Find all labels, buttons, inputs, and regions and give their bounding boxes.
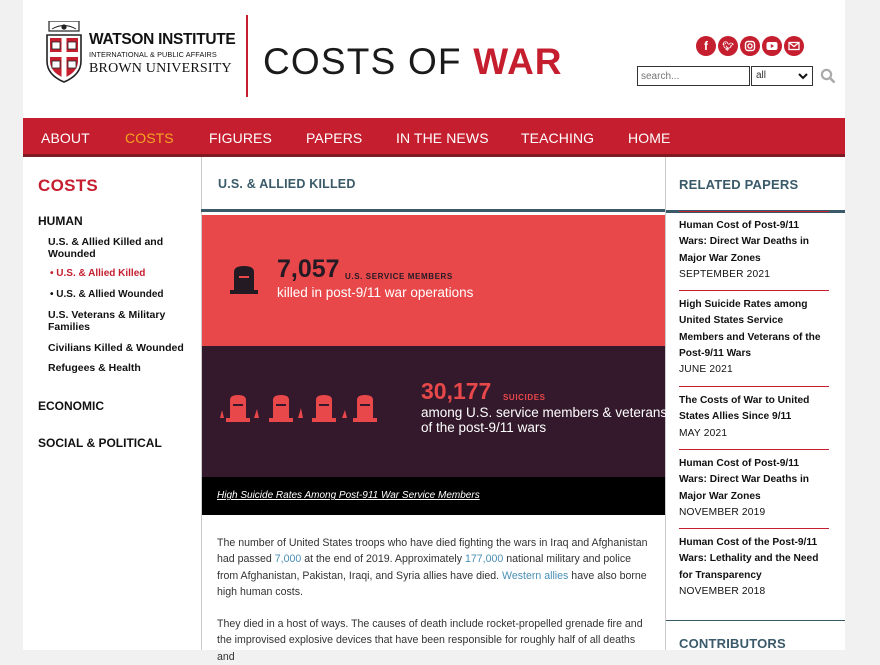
- logo-line-brown: BROWN UNIVERSITY: [89, 61, 232, 76]
- related-paper-title[interactable]: High Suicide Rates among United States S…: [679, 297, 829, 362]
- contributors-title: CONTRIBUTORS: [679, 636, 786, 651]
- suicide-rates-paper-link[interactable]: High Suicide Rates Among Post-911 War Se…: [217, 490, 480, 501]
- related-paper-date: JUNE 2021: [679, 364, 733, 376]
- infographic-service-deaths: 7,057 U.S. SERVICE MEMBERS killed in pos…: [202, 215, 665, 346]
- facebook-icon[interactable]: f: [696, 36, 716, 56]
- search-scope-value: all: [756, 70, 767, 81]
- search-input[interactable]: [637, 66, 750, 86]
- right-column-divider: [665, 157, 666, 650]
- sidebar-item-refugees[interactable]: Refugees & Health: [48, 362, 198, 374]
- related-paper-title[interactable]: Human Cost of the Post-9/11 Wars: Lethal…: [679, 535, 829, 584]
- search-icon[interactable]: [820, 68, 836, 84]
- related-paper-divider: [679, 449, 829, 450]
- stat-suicides-desc-line1: among U.S. service members & veterans: [421, 405, 668, 420]
- nav-in-the-news[interactable]: IN THE NEWS: [396, 130, 489, 146]
- instagram-icon[interactable]: [740, 36, 760, 56]
- brown-shield-icon: [46, 21, 82, 83]
- related-paper-date: SEPTEMBER 2021: [679, 268, 771, 280]
- left-sidebar-title: COSTS: [38, 176, 99, 195]
- related-papers-title: RELATED PAPERS: [679, 177, 799, 192]
- infographic-suicides: 30,177 SUICIDES among U.S. service membe…: [202, 346, 668, 477]
- related-paper-date: NOVEMBER 2018: [679, 585, 766, 597]
- nav-teaching[interactable]: TEACHING: [521, 130, 594, 146]
- related-paper-date: MAY 2021: [679, 427, 728, 439]
- link-western-allies[interactable]: Western allies: [502, 570, 568, 582]
- stat-suicides-desc-line2: of the post-9/11 wars: [421, 420, 547, 435]
- related-paper-title[interactable]: Human Cost of Post-9/11 Wars: Direct War…: [679, 456, 829, 505]
- main-title: U.S. & ALLIED KILLED: [218, 177, 356, 191]
- related-paper-divider: [679, 211, 829, 212]
- nav-about[interactable]: ABOUT: [41, 130, 90, 146]
- link-7000[interactable]: 7,000: [275, 553, 302, 565]
- site-title-war: WAR: [473, 41, 563, 82]
- youtube-icon[interactable]: [762, 36, 782, 56]
- related-paper-title[interactable]: The Costs of War to United States Allies…: [679, 393, 829, 426]
- page: WATSON INSTITUTE INTERNATIONAL & PUBLIC …: [23, 0, 845, 663]
- related-paper-divider: [679, 290, 829, 291]
- tombstone-icon: [230, 266, 258, 294]
- site-title-part1: COSTS OF: [263, 41, 474, 82]
- body-paragraph-1: The number of United States troops who h…: [217, 535, 653, 600]
- link-177000[interactable]: 177,000: [465, 553, 503, 565]
- stat-suicides-unit: SUICIDES: [503, 393, 546, 402]
- sidebar-item-human[interactable]: HUMAN: [38, 214, 83, 228]
- tombstones-icon: [220, 395, 377, 422]
- sidebar-item-economic[interactable]: ECONOMIC: [38, 399, 104, 413]
- sidebar-item-allied-killed[interactable]: • U.S. & Allied Killed: [50, 268, 145, 279]
- twitter-icon[interactable]: 🐦︎: [718, 36, 738, 56]
- logo-line-intl: INTERNATIONAL & PUBLIC AFFAIRS: [89, 50, 217, 59]
- left-sidebar: COSTS HUMAN U.S. & Allied Killed and Wou…: [23, 157, 201, 650]
- stat-suicides-number: 30,177: [421, 378, 492, 404]
- related-paper-date: NOVEMBER 2019: [679, 506, 766, 518]
- related-paper-4[interactable]: Human Cost of Post-9/11 Wars: Direct War…: [679, 449, 829, 521]
- infographic-caption-bar: High Suicide Rates Among Post-911 War Se…: [202, 477, 665, 515]
- main-nav: ABOUT COSTS FIGURES PAPERS IN THE NEWS T…: [23, 118, 845, 157]
- logo-line-watson: WATSON INSTITUTE: [89, 31, 236, 48]
- body-paragraph-2: They died in a host of ways. The causes …: [217, 618, 643, 663]
- sidebar-item-killed-wounded[interactable]: U.S. & Allied Killed and Wounded: [48, 236, 198, 260]
- related-paper-3[interactable]: The Costs of War to United States Allies…: [679, 386, 829, 442]
- stat-service-deaths-desc: killed in post-9/11 war operations: [277, 285, 474, 300]
- sidebar-item-allied-wounded[interactable]: • U.S. & Allied Wounded: [50, 289, 164, 300]
- stat-service-deaths-number: 7,057: [277, 255, 340, 283]
- social-links: f 🐦︎: [696, 36, 804, 56]
- related-paper-1[interactable]: Human Cost of Post-9/11 Wars: Direct War…: [679, 211, 829, 283]
- contributors-rule: [666, 620, 845, 621]
- search-scope-select[interactable]: all: [751, 66, 813, 86]
- para1-text-2: at the end of 2019. Approximately: [301, 553, 465, 566]
- chevron-down-icon: [798, 73, 808, 80]
- header-divider: [246, 15, 248, 97]
- related-paper-2[interactable]: High Suicide Rates among United States S…: [679, 290, 829, 378]
- email-icon[interactable]: [784, 36, 804, 56]
- sidebar-item-civilians[interactable]: Civilians Killed & Wounded: [48, 342, 198, 354]
- site-title[interactable]: COSTS OF WAR: [263, 41, 563, 83]
- sidebar-item-veterans[interactable]: U.S. Veterans & Military Families: [48, 309, 198, 333]
- nav-papers[interactable]: PAPERS: [306, 130, 362, 146]
- nav-costs[interactable]: COSTS: [125, 130, 174, 146]
- related-paper-divider: [679, 528, 829, 529]
- related-paper-title[interactable]: Human Cost of Post-9/11 Wars: Direct War…: [679, 218, 829, 267]
- related-paper-divider: [679, 386, 829, 387]
- main-title-bar: U.S. & ALLIED KILLED: [201, 157, 665, 212]
- nav-home[interactable]: HOME: [628, 130, 670, 146]
- sidebar-item-social-political[interactable]: SOCIAL & POLITICAL: [38, 436, 162, 450]
- watson-institute-logo[interactable]: WATSON INSTITUTE INTERNATIONAL & PUBLIC …: [45, 19, 236, 85]
- nav-figures[interactable]: FIGURES: [209, 130, 272, 146]
- stat-service-deaths-unit: U.S. SERVICE MEMBERS: [345, 272, 453, 281]
- related-paper-5[interactable]: Human Cost of the Post-9/11 Wars: Lethal…: [679, 528, 829, 600]
